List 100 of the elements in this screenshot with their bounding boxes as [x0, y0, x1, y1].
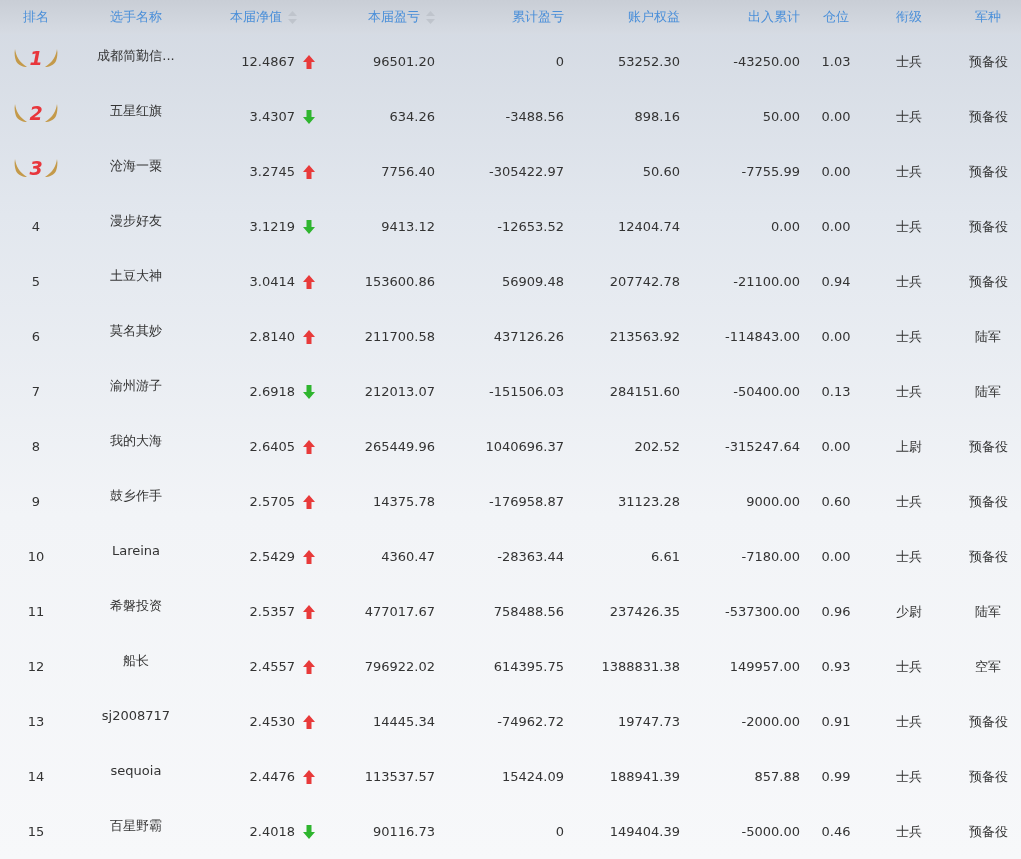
table-cell-text: -305422.97 — [488, 164, 565, 179]
table-cell-text: 7756.40 — [380, 164, 436, 179]
table-cell-text: -2000.00 — [740, 714, 801, 729]
column-header[interactable]: 本届盈亏 — [368, 8, 420, 26]
table-cell-text: 202.52 — [633, 439, 681, 454]
table-cell-text: -12653.52 — [496, 219, 565, 234]
table-cell-text: 士兵 — [894, 107, 923, 126]
table-cell-text: 少尉 — [894, 602, 923, 621]
table-cell-text: -50400.00 — [732, 384, 801, 399]
table-cell-text: 0.00 — [820, 439, 852, 454]
table-cell: 2.8140 — [249, 329, 295, 344]
rank-cell-text: 8 — [30, 439, 42, 454]
rank-cell-text: 4 — [30, 219, 42, 234]
rank-medal: 1 — [0, 46, 72, 69]
rank-cell-text: 11 — [26, 604, 46, 619]
table-cell: 2.4530 — [249, 714, 295, 729]
table-cell-text: 预备役 — [967, 162, 1009, 181]
table-cell-text: 陆军 — [974, 602, 1002, 621]
table-cell-text: 陆军 — [974, 382, 1002, 401]
table-cell-text: 0.46 — [820, 824, 852, 839]
rank-cell-text: 12 — [26, 659, 46, 674]
player-name: 沧海一粟 — [109, 156, 163, 175]
table-cell-text: -21100.00 — [732, 274, 801, 289]
rank-cell-text: 15 — [26, 824, 46, 839]
column-header: 账户权益 — [628, 8, 680, 26]
column-header: 军种 — [975, 8, 1001, 26]
player-name: 漫步好友 — [109, 211, 163, 230]
table-cell-text: 预备役 — [967, 547, 1009, 566]
table-cell-text: 14445.34 — [371, 714, 436, 729]
table-cell-text: 9000.00 — [745, 494, 801, 509]
table-cell-text: 12404.74 — [616, 219, 681, 234]
table-cell-text: -7755.99 — [740, 164, 801, 179]
table-cell-text: 9413.12 — [380, 219, 436, 234]
table-cell-text: 士兵 — [894, 492, 923, 511]
table-cell-text: 237426.35 — [608, 604, 681, 619]
table-cell-text: 士兵 — [894, 162, 923, 181]
table-cell-text: 56909.48 — [500, 274, 565, 289]
player-name: 成都简勤信... — [96, 46, 176, 65]
player-name: 我的大海 — [109, 431, 163, 450]
table-cell-text: -28363.44 — [496, 549, 565, 564]
table-cell: 3.0414 — [249, 274, 295, 289]
table-cell-text: 预备役 — [967, 107, 1009, 126]
table-cell-text: 265449.96 — [363, 439, 436, 454]
table-cell-text: 0.91 — [820, 714, 852, 729]
column-header: 仓位 — [823, 8, 849, 26]
table-cell-text: 预备役 — [967, 767, 1009, 786]
column-header: 排名 — [23, 8, 49, 26]
table-cell: 2.5357 — [249, 604, 295, 619]
table-cell-text: 212013.07 — [363, 384, 436, 399]
rank-cell-text: 14 — [26, 769, 46, 784]
table-cell-text: -5000.00 — [740, 824, 801, 839]
table-cell-text: 284151.60 — [608, 384, 681, 399]
table-cell-text: 士兵 — [894, 657, 923, 676]
table-cell-text: 634.26 — [388, 109, 436, 124]
table-cell-text: 0.00 — [820, 109, 852, 124]
rank-medal: 2 — [0, 101, 72, 124]
player-name: 百星野霸 — [109, 816, 163, 835]
table-cell-text: 6.61 — [650, 549, 681, 564]
player-name: 五星红旗 — [109, 101, 163, 120]
table-cell-text: 149404.39 — [608, 824, 681, 839]
table-cell-text: 0.00 — [820, 164, 852, 179]
table-cell: 3.1219 — [249, 219, 295, 234]
table-cell-text: 796922.02 — [363, 659, 436, 674]
table-cell-text: 0.00 — [770, 219, 801, 234]
table-cell-text: -7180.00 — [740, 549, 801, 564]
table-cell-text: 士兵 — [894, 382, 923, 401]
table-cell-text: 188941.39 — [608, 769, 681, 784]
table-cell-text: 预备役 — [967, 437, 1009, 456]
column-header: 出入累计 — [748, 8, 800, 26]
table-cell-text: 1.03 — [820, 54, 852, 69]
rank-cell-text: 5 — [30, 274, 42, 289]
table-cell-text: 预备役 — [967, 492, 1009, 511]
table-cell: 2.6405 — [249, 439, 295, 454]
table-cell-text: 1040696.37 — [484, 439, 565, 454]
column-header[interactable]: 本届净值 — [230, 8, 282, 26]
rank-cell-text: 7 — [30, 384, 42, 399]
table-cell-text: -176958.87 — [488, 494, 565, 509]
table-cell-text: 0 — [554, 824, 565, 839]
table-cell-text: 213563.92 — [608, 329, 681, 344]
table-cell-text: 0.13 — [820, 384, 852, 399]
rank-cell-text: 10 — [26, 549, 46, 564]
table-cell-text: -537300.00 — [724, 604, 801, 619]
table-cell-text: 预备役 — [967, 52, 1009, 71]
table-cell-text: 0.00 — [820, 219, 852, 234]
table-cell-text: 857.88 — [753, 769, 801, 784]
player-name: 莫名其妙 — [109, 321, 163, 340]
player-name: Lareina — [110, 543, 162, 558]
table-cell-text: -315247.64 — [724, 439, 801, 454]
table-cell-text: 陆军 — [974, 327, 1002, 346]
player-name: sj2008717 — [100, 708, 172, 723]
table-cell-text: 0.00 — [820, 549, 852, 564]
table-cell-text: 0.93 — [820, 659, 852, 674]
table-cell-text: 96501.20 — [371, 54, 436, 69]
table-cell-text: 1388831.38 — [600, 659, 681, 674]
table-cell-text: 19747.73 — [616, 714, 681, 729]
table-cell-text: 士兵 — [894, 712, 923, 731]
table-cell-text: 空军 — [974, 657, 1002, 676]
table-cell-text: -151506.03 — [488, 384, 565, 399]
table-cell-text: -114843.00 — [724, 329, 801, 344]
table-cell-text: 上尉 — [894, 437, 923, 456]
